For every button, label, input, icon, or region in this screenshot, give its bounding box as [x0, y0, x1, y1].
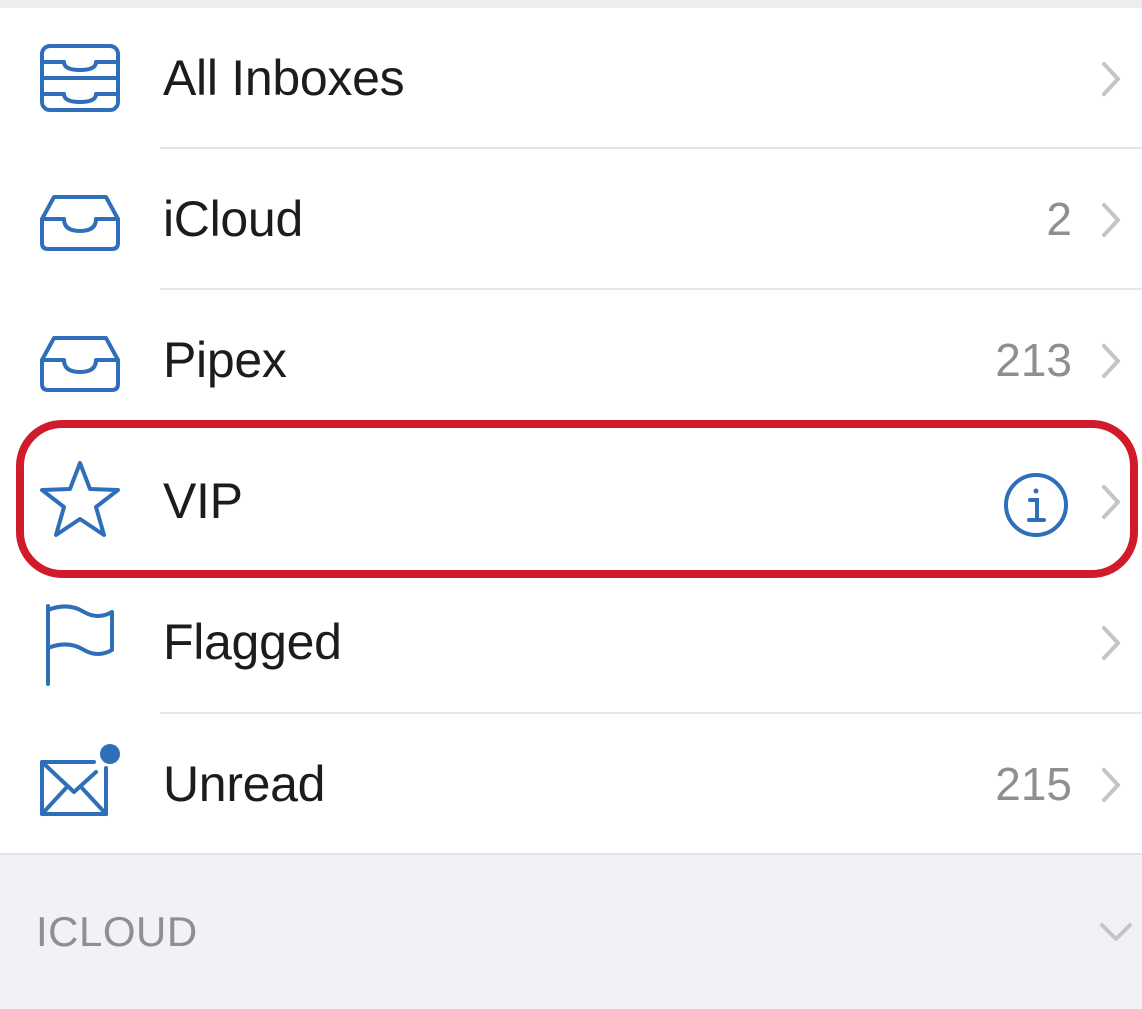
- section-header-icloud[interactable]: ICLOUD: [0, 853, 1142, 979]
- all-inboxes-icon: [34, 32, 126, 124]
- star-icon: [34, 455, 126, 547]
- mailbox-row-vip[interactable]: VIP: [0, 431, 1142, 572]
- flag-icon: [34, 596, 126, 688]
- chevron-right-icon: [1094, 58, 1128, 100]
- mailbox-row-icloud[interactable]: iCloud 2: [0, 149, 1142, 290]
- chevron-right-icon: [1094, 481, 1128, 523]
- unread-envelope-icon: [34, 738, 126, 830]
- chevron-right-icon: [1094, 199, 1128, 241]
- mailbox-label: All Inboxes: [163, 50, 405, 106]
- mailbox-label: Pipex: [163, 332, 287, 388]
- inbox-tray-icon: [34, 314, 126, 406]
- chevron-right-icon: [1094, 340, 1128, 382]
- info-icon[interactable]: [1002, 471, 1070, 539]
- unread-count: 213: [995, 334, 1072, 386]
- mailbox-row-all-inboxes[interactable]: All Inboxes: [0, 8, 1142, 149]
- mailbox-row-flagged[interactable]: Flagged: [0, 572, 1142, 713]
- mailbox-label: VIP: [163, 473, 243, 529]
- mailbox-row-unread[interactable]: Unread 215: [0, 714, 1142, 855]
- unread-count: 2: [1046, 193, 1072, 245]
- chevron-down-icon[interactable]: [1096, 917, 1136, 947]
- chevron-right-icon: [1094, 622, 1128, 664]
- top-strip: [0, 0, 1142, 8]
- mailbox-list: All Inboxes iCloud 2 Pipex 213 VIP Flagg…: [0, 8, 1142, 853]
- unread-count: 215: [995, 758, 1072, 810]
- mailbox-label: iCloud: [163, 191, 303, 247]
- section-title: ICLOUD: [36, 908, 198, 955]
- inbox-tray-icon: [34, 173, 126, 265]
- mailbox-label: Flagged: [163, 614, 342, 670]
- chevron-right-icon: [1094, 764, 1128, 806]
- mailbox-label: Unread: [163, 756, 326, 812]
- mailbox-row-pipex[interactable]: Pipex 213: [0, 290, 1142, 431]
